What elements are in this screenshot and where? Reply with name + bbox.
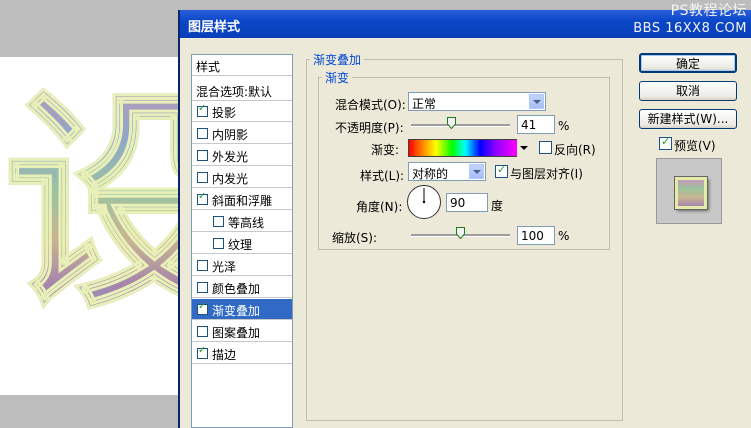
style-item-label: 渐变叠加 (212, 304, 261, 318)
style-item-checkbox[interactable] (197, 191, 208, 205)
align-with-layer-label: 与图层对齐(I) (510, 167, 583, 181)
gradient-preview-swatch[interactable] (408, 139, 518, 157)
chevron-down-icon (469, 164, 484, 179)
style-item-checkbox[interactable] (213, 216, 224, 227)
style-item-checkbox[interactable] (197, 326, 208, 337)
angle-dial[interactable] (406, 184, 442, 220)
style-item-label: 颜色叠加 (212, 282, 261, 296)
style-item-label: 内发光 (212, 172, 249, 186)
reverse-label: 反向(R) (554, 143, 596, 157)
style-item-label: 描边 (212, 348, 237, 362)
scale-value: 100 (521, 229, 544, 243)
gradient-style-select[interactable]: 对称的 (408, 162, 486, 181)
watermark-line2: BBS 16XX8 COM (633, 21, 747, 36)
style-item-label: 等高线 (228, 216, 265, 230)
dialog-titlebar[interactable]: 图层样式 PS教程论坛 BBS 16XX8 COM (180, 3, 751, 38)
preview-checkbox[interactable] (659, 135, 672, 150)
style-list-item[interactable]: 光泽 (192, 255, 292, 276)
style-item-checkbox[interactable] (197, 150, 208, 161)
opacity-unit: % (558, 119, 570, 133)
style-item-checkbox[interactable] (197, 301, 208, 315)
style-preview-swatch (675, 177, 707, 209)
ok-button[interactable]: 确定 (639, 53, 737, 73)
style-list-item[interactable]: 内阴影 (192, 123, 292, 144)
blend-options-label: 混合选项:默认 (196, 85, 273, 99)
style-item-checkbox[interactable] (213, 238, 224, 249)
opacity-label: 不透明度(P): (335, 121, 404, 135)
style-list-item[interactable]: 描边 (192, 343, 292, 364)
style-list-item[interactable]: 等高线 (192, 211, 292, 232)
style-item-label: 外发光 (212, 150, 249, 164)
blend-options-item[interactable]: 混合选项:默认 (192, 80, 292, 101)
gradient-style-value: 对称的 (412, 167, 449, 181)
style-list-header-label: 样式 (196, 60, 221, 74)
gradient-style-label: 样式(L): (360, 169, 405, 183)
gradient-subgroup-title: 渐变 (322, 69, 353, 86)
blend-mode-select[interactable]: 正常 (408, 92, 546, 111)
style-list-item[interactable]: 斜面和浮雕 (192, 189, 292, 210)
style-list-header[interactable]: 样式 (192, 55, 292, 76)
style-item-label: 斜面和浮雕 (212, 194, 273, 208)
chevron-down-icon (529, 94, 544, 109)
new-style-button[interactable]: 新建样式(W)... (639, 109, 737, 129)
style-item-label: 纹理 (228, 238, 253, 252)
preview-label: 预览(V) (674, 139, 716, 153)
blend-mode-label: 混合模式(O): (335, 98, 406, 112)
style-list-item[interactable]: 渐变叠加 (192, 299, 292, 320)
style-item-checkbox[interactable] (197, 172, 208, 183)
angle-label: 角度(N): (356, 200, 403, 214)
gradient-overlay-title: 渐变叠加 (310, 51, 365, 68)
opacity-input[interactable]: 41 (517, 115, 555, 134)
opacity-slider-track[interactable] (411, 124, 510, 127)
watermark-line1: PS教程论坛 (670, 3, 747, 19)
angle-unit: 度 (491, 199, 504, 213)
watermark: PS教程论坛 BBS 16XX8 COM (633, 2, 747, 38)
align-with-layer-checkbox[interactable] (495, 163, 508, 178)
angle-value: 90 (450, 196, 466, 210)
gradient-picker-arrow[interactable] (517, 139, 531, 157)
blend-mode-value: 正常 (412, 97, 437, 111)
opacity-value: 41 (521, 118, 537, 132)
cancel-button[interactable]: 取消 (639, 81, 737, 101)
style-item-checkbox[interactable] (197, 282, 208, 293)
opacity-slider-thumb[interactable] (447, 117, 457, 129)
scale-unit: % (558, 229, 570, 243)
scale-input[interactable]: 100 (517, 226, 555, 245)
scale-slider-thumb[interactable] (456, 227, 465, 239)
style-list-item[interactable]: 纹理 (192, 233, 292, 254)
canvas-background (0, 395, 180, 428)
style-list: 样式 混合选项:默认 投影内阴影外发光内发光斜面和浮雕等高线纹理光泽颜色叠加渐变… (191, 54, 293, 428)
style-item-label: 投影 (212, 106, 237, 120)
angle-input[interactable]: 90 (446, 193, 488, 212)
style-list-item[interactable]: 投影 (192, 101, 292, 122)
style-list-item[interactable]: 图案叠加 (192, 321, 292, 342)
style-list-item[interactable]: 内发光 (192, 167, 292, 188)
style-item-label: 光泽 (212, 260, 237, 274)
reverse-checkbox[interactable] (539, 141, 552, 154)
style-list-item[interactable]: 颜色叠加 (192, 277, 292, 298)
style-preview-thumbnail (656, 158, 722, 224)
style-item-checkbox[interactable] (197, 103, 208, 117)
style-item-label: 图案叠加 (212, 326, 261, 340)
style-list-item[interactable]: 外发光 (192, 145, 292, 166)
style-item-checkbox[interactable] (197, 128, 208, 139)
style-item-label: 内阴影 (212, 128, 249, 142)
style-item-checkbox[interactable] (197, 345, 208, 359)
dialog-title: 图层样式 (188, 20, 241, 35)
style-item-checkbox[interactable] (197, 260, 208, 271)
gradient-label: 渐变: (371, 143, 400, 157)
scale-label: 缩放(S): (332, 231, 378, 245)
